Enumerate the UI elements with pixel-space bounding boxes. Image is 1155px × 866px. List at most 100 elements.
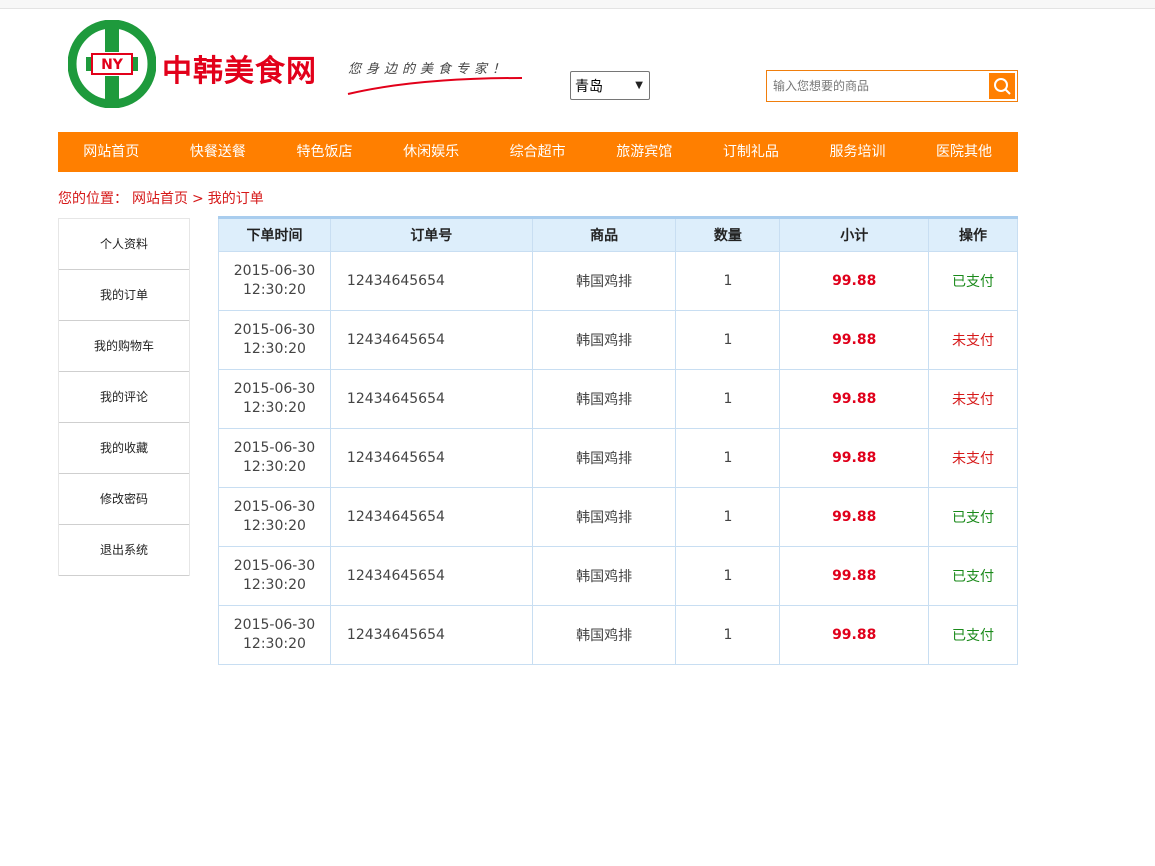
nav-item-training[interactable]: 服务培训 xyxy=(804,132,911,172)
cell-order-no: 12434645654 xyxy=(329,546,533,606)
payment-status-link[interactable]: 已支付 xyxy=(952,510,994,526)
cell-subtotal: 99.88 xyxy=(779,251,930,311)
cell-product[interactable]: 韩国鸡排 xyxy=(531,428,677,488)
table-row: 2015-06-30 12:30:20 12434645654 韩国鸡排 1 99.88 未… xyxy=(218,310,1018,370)
cell-product[interactable]: 韩国鸡排 xyxy=(531,369,677,429)
breadcrumb-current: 我的订单 xyxy=(207,191,264,207)
table-row: 2015-06-30 12:30:20 12434645654 韩国鸡排 1 99.88 已… xyxy=(218,251,1018,311)
cell-action: 已支付 xyxy=(928,546,1018,606)
brand-name: 中韩美食网 xyxy=(162,54,317,89)
order-clock: 12:30:20 xyxy=(243,282,306,298)
payment-status-link[interactable]: 未支付 xyxy=(952,392,994,408)
cell-subtotal: 99.88 xyxy=(779,369,930,429)
cell-quantity: 1 xyxy=(675,546,781,606)
cell-order-no: 12434645654 xyxy=(329,369,533,429)
sidebar-item-change-password[interactable]: 修改密码 xyxy=(59,474,189,525)
header-order-no: 订单号 xyxy=(329,217,533,252)
breadcrumb-prefix: 您的位置： xyxy=(58,191,128,207)
cell-order-time: 2015-06-30 12:30:20 xyxy=(218,310,331,370)
table-row: 2015-06-30 12:30:20 12434645654 韩国鸡排 1 99.88 已… xyxy=(218,605,1018,665)
order-date: 2015-06-30 xyxy=(233,381,316,397)
city-select-value: 青岛 xyxy=(575,78,603,95)
sidebar-item-favorites[interactable]: 我的收藏 xyxy=(59,423,189,474)
cell-subtotal: 99.88 xyxy=(779,605,930,665)
search-icon xyxy=(994,78,1011,95)
nav-item-home[interactable]: 网站首页 xyxy=(58,132,165,172)
header-quantity: 数量 xyxy=(675,217,781,252)
header-order-time: 下单时间 xyxy=(218,217,331,252)
order-date: 2015-06-30 xyxy=(233,558,316,574)
order-date: 2015-06-30 xyxy=(233,499,316,515)
search-input[interactable] xyxy=(767,71,987,101)
nav-item-hotels[interactable]: 旅游宾馆 xyxy=(591,132,698,172)
sidebar-item-reviews[interactable]: 我的评论 xyxy=(59,372,189,423)
payment-status-link[interactable]: 未支付 xyxy=(952,451,994,467)
payment-status-link[interactable]: 未支付 xyxy=(952,333,994,349)
cell-order-no: 12434645654 xyxy=(329,428,533,488)
order-date: 2015-06-30 xyxy=(233,322,316,338)
cell-order-time: 2015-06-30 12:30:20 xyxy=(218,251,331,311)
header-action: 操作 xyxy=(928,217,1018,252)
cell-subtotal: 99.88 xyxy=(779,487,930,547)
breadcrumb-separator: > xyxy=(192,191,204,207)
order-clock: 12:30:20 xyxy=(243,577,306,593)
table-row: 2015-06-30 12:30:20 12434645654 韩国鸡排 1 99.88 未… xyxy=(218,428,1018,488)
cell-order-time: 2015-06-30 12:30:20 xyxy=(218,487,331,547)
breadcrumb: 您的位置： 网站首页 > 我的订单 xyxy=(58,188,268,208)
order-date: 2015-06-30 xyxy=(233,263,316,279)
cell-product[interactable]: 韩国鸡排 xyxy=(531,605,677,665)
cell-order-time: 2015-06-30 12:30:20 xyxy=(218,546,331,606)
cell-quantity: 1 xyxy=(675,369,781,429)
nav-item-leisure[interactable]: 休闲娱乐 xyxy=(378,132,485,172)
nav-item-other[interactable]: 医院其他 xyxy=(911,132,1018,172)
nav-item-restaurants[interactable]: 特色饭店 xyxy=(271,132,378,172)
sidebar-item-profile[interactable]: 个人资料 xyxy=(59,219,189,270)
sidebar-item-orders[interactable]: 我的订单 xyxy=(59,270,189,321)
cell-action: 已支付 xyxy=(928,251,1018,311)
payment-status-link[interactable]: 已支付 xyxy=(952,569,994,585)
nav-item-fastfood[interactable]: 快餐送餐 xyxy=(165,132,272,172)
site-logo[interactable]: NY xyxy=(68,20,156,108)
cell-product[interactable]: 韩国鸡排 xyxy=(531,487,677,547)
order-date: 2015-06-30 xyxy=(233,617,316,633)
breadcrumb-home-link[interactable]: 网站首页 xyxy=(132,191,188,207)
cell-product[interactable]: 韩国鸡排 xyxy=(531,251,677,311)
orders-table-body: 2015-06-30 12:30:20 12434645654 韩国鸡排 1 99.88 已… xyxy=(218,251,1018,665)
cell-subtotal: 99.88 xyxy=(779,428,930,488)
table-row: 2015-06-30 12:30:20 12434645654 韩国鸡排 1 99.88 已… xyxy=(218,487,1018,547)
order-clock: 12:30:20 xyxy=(243,400,306,416)
cell-product[interactable]: 韩国鸡排 xyxy=(531,310,677,370)
header-product: 商品 xyxy=(531,217,677,252)
table-row: 2015-06-30 12:30:20 12434645654 韩国鸡排 1 99.88 已… xyxy=(218,546,1018,606)
cell-quantity: 1 xyxy=(675,428,781,488)
table-header-row: 下单时间 订单号 商品 数量 小计 操作 xyxy=(218,217,1018,252)
cell-quantity: 1 xyxy=(675,251,781,311)
cell-quantity: 1 xyxy=(675,487,781,547)
cell-order-no: 12434645654 xyxy=(329,605,533,665)
cell-subtotal: 99.88 xyxy=(779,546,930,606)
payment-status-link[interactable]: 已支付 xyxy=(952,274,994,290)
sidebar-item-logout[interactable]: 退出系统 xyxy=(59,525,189,576)
city-select[interactable]: 青岛 ▼ xyxy=(570,71,650,100)
cell-action: 已支付 xyxy=(928,487,1018,547)
logo-letters: NY xyxy=(101,57,124,73)
search-button[interactable] xyxy=(989,73,1015,99)
order-clock: 12:30:20 xyxy=(243,459,306,475)
browser-top-strip xyxy=(0,0,1155,9)
nav-item-gifts[interactable]: 订制礼品 xyxy=(698,132,805,172)
cell-subtotal: 99.88 xyxy=(779,310,930,370)
cell-order-time: 2015-06-30 12:30:20 xyxy=(218,428,331,488)
cell-quantity: 1 xyxy=(675,605,781,665)
payment-status-link[interactable]: 已支付 xyxy=(952,628,994,644)
order-clock: 12:30:20 xyxy=(243,518,306,534)
account-sidebar: 个人资料 我的订单 我的购物车 我的评论 我的收藏 修改密码 退出系统 xyxy=(58,218,190,576)
table-row: 2015-06-30 12:30:20 12434645654 韩国鸡排 1 99.88 未… xyxy=(218,369,1018,429)
order-date: 2015-06-30 xyxy=(233,440,316,456)
cell-order-time: 2015-06-30 12:30:20 xyxy=(218,369,331,429)
sidebar-item-cart[interactable]: 我的购物车 xyxy=(59,321,189,372)
cell-product[interactable]: 韩国鸡排 xyxy=(531,546,677,606)
cell-action: 未支付 xyxy=(928,369,1018,429)
orders-table: 下单时间 订单号 商品 数量 小计 操作 2015-06-30 12:30:20 1… xyxy=(218,216,1018,665)
search-box xyxy=(766,70,1018,102)
nav-item-supermarket[interactable]: 综合超市 xyxy=(484,132,591,172)
